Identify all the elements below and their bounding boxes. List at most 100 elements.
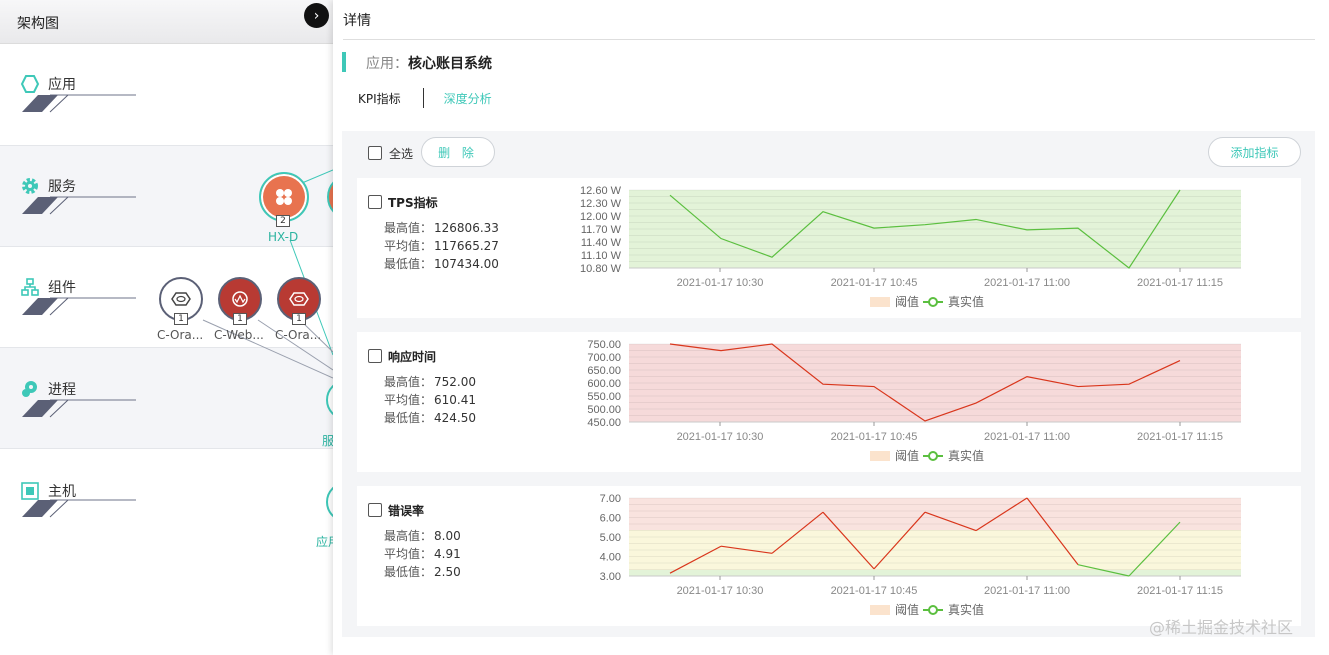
layer-name: 服务 <box>48 179 76 195</box>
legend-actual-marker <box>928 297 938 307</box>
stat-label: 平均值： <box>384 239 433 253</box>
stat-value: 117665.27 <box>434 239 499 253</box>
stat-avg: 平均值： 117665.27 <box>384 237 499 254</box>
layer-underline-service <box>22 196 136 215</box>
x-tick-label: 2021-01-17 10:45 <box>831 585 918 597</box>
stat-label: 平均值： <box>384 547 433 561</box>
y-tick-label: 6.00 <box>600 513 621 525</box>
legend-actual-label: 真实值 <box>948 602 984 617</box>
x-tick-label: 2021-01-17 10:45 <box>831 431 918 443</box>
layer-name: 进程 <box>48 382 76 398</box>
y-tick-label: 3.00 <box>600 571 621 583</box>
y-tick-label: 550.00 <box>587 391 621 403</box>
stat-avg: 平均值： 610.41 <box>384 391 476 408</box>
stat-max: 最高值： 752.00 <box>384 373 476 390</box>
add-metric-button[interactable]: 添加指标 <box>1208 137 1301 167</box>
x-tick-label: 2021-01-17 10:45 <box>831 277 918 289</box>
layer-label-component[interactable]: 组件 <box>20 277 76 297</box>
legend-threshold-swatch <box>870 605 890 615</box>
layer-underline-app <box>22 94 136 113</box>
delete-button[interactable]: 删 除 <box>421 137 495 167</box>
host-chip-icon <box>20 481 40 501</box>
kpi-card-tps: 12.60 W 12.30 W 12.00 W 11.70 W 11.40 W 11.10… <box>357 178 1301 318</box>
app-key: 应用： <box>366 56 408 72</box>
process-icon <box>20 379 40 399</box>
stat-min: 最低值： 424.50 <box>384 409 476 426</box>
watermark: @稀土掘金技术社区 <box>1149 618 1294 637</box>
kpi-card-error-rate: 7.00 6.00 5.00 4.00 3.00 2021-01-17 10:30 2021… <box>357 486 1301 626</box>
select-all-label: 全选 <box>389 147 414 161</box>
stat-label: 最低值： <box>384 565 433 579</box>
node-label: C-Web... <box>214 328 264 342</box>
node-label: 服 <box>322 434 333 448</box>
stat-value: 752.00 <box>434 375 477 389</box>
response-time-chart: 750.00700.00650.00600.00550.00500.00450.… <box>587 339 1241 463</box>
detail-panel: 详情 应用：核心账目系统 KPI指标 深度分析 全选 删 除 添加指标 12.6… <box>333 0 1329 655</box>
stat-value: 107434.00 <box>434 257 499 271</box>
layer-underline-component <box>22 297 136 316</box>
y-tick-label: 11.70 W <box>581 224 622 236</box>
metric-checkbox[interactable] <box>368 195 382 209</box>
hexagon-icon <box>20 74 40 94</box>
node-count-badge: 1 <box>233 313 247 325</box>
y-tick-label: 450.00 <box>587 417 621 429</box>
layer-label-app[interactable]: 应用 <box>20 74 76 94</box>
threshold-band-low <box>629 570 1241 576</box>
x-tick-label: 2021-01-17 11:00 <box>984 431 1070 443</box>
x-tick-label: 2021-01-17 11:15 <box>1137 431 1223 443</box>
layer-label-host[interactable]: 主机 <box>20 481 76 501</box>
layer-label-service[interactable]: 服务 <box>20 176 76 196</box>
node-label: 应用 <box>316 535 333 549</box>
metric-name: 错误率 <box>388 504 425 518</box>
node-count-badge: 2 <box>276 215 290 227</box>
stat-value: 126806.33 <box>434 221 499 235</box>
gear-icon <box>20 176 40 196</box>
layer-band-host <box>0 449 333 655</box>
detail-tabs: KPI指标 深度分析 <box>358 88 492 108</box>
stat-label: 最高值： <box>384 221 433 235</box>
stat-max: 最高值： 8.00 <box>384 527 461 544</box>
layer-label-process[interactable]: 进程 <box>20 379 76 399</box>
legend-actual-marker <box>928 605 938 615</box>
divider <box>343 39 1315 40</box>
architecture-title: 架构图 <box>17 16 59 32</box>
x-tick-label: 2021-01-17 11:15 <box>1137 585 1223 597</box>
stat-max: 最高值： 126806.33 <box>384 219 499 236</box>
select-all-checkbox[interactable] <box>368 146 382 160</box>
app-accent-bar <box>342 52 346 72</box>
tab-kpi[interactable]: KPI指标 <box>358 90 401 107</box>
layer-underline-host <box>22 499 136 518</box>
node-count-badge: 1 <box>292 313 306 325</box>
y-tick-label: 700.00 <box>587 352 621 364</box>
legend-threshold-swatch <box>870 297 890 307</box>
metric-checkbox[interactable] <box>368 503 382 517</box>
metric-checkbox[interactable] <box>368 349 382 363</box>
x-tick-label: 2021-01-17 11:15 <box>1137 277 1223 289</box>
stat-value: 610.41 <box>434 393 477 407</box>
app-heading: 应用：核心账目系统 <box>366 53 492 73</box>
y-tick-label: 12.30 W <box>580 198 622 210</box>
legend-threshold-label: 阈值 <box>895 448 919 463</box>
y-tick-label: 11.40 W <box>581 237 622 249</box>
x-tick-label: 2021-01-17 11:00 <box>984 585 1070 597</box>
x-tick-label: 2021-01-17 10:30 <box>677 585 764 597</box>
y-tick-label: 750.00 <box>587 339 621 351</box>
legend-threshold-label: 阈值 <box>895 602 919 617</box>
x-tick-label: 2021-01-17 11:00 <box>984 277 1070 289</box>
tab-deep-analysis[interactable]: 深度分析 <box>444 90 492 107</box>
kpi-content: 全选 删 除 添加指标 12.60 W 12.30 W 12.00 W 11.70 W… <box>342 131 1315 637</box>
kpi-card-response-time: 750.00 700.00 650.00 600.00 550.00 500.00 450.… <box>357 332 1301 472</box>
org-tree-icon <box>20 277 40 297</box>
service-cluster-icon <box>276 189 292 205</box>
x-tick-label: 2021-01-17 10:30 <box>677 431 764 443</box>
tab-separator <box>422 88 424 108</box>
detail-title: 详情 <box>343 13 371 29</box>
metric-name: 响应时间 <box>388 350 437 364</box>
stat-min: 最低值： 2.50 <box>384 563 461 580</box>
collapse-panel-button[interactable]: › <box>304 3 329 28</box>
y-tick-label: 4.00 <box>600 552 621 564</box>
node-label: C-Ora... <box>157 328 204 342</box>
y-tick-label: 11.10 W <box>581 250 622 262</box>
stat-min: 最低值： 107434.00 <box>384 255 499 272</box>
y-tick-label: 5.00 <box>600 532 621 544</box>
